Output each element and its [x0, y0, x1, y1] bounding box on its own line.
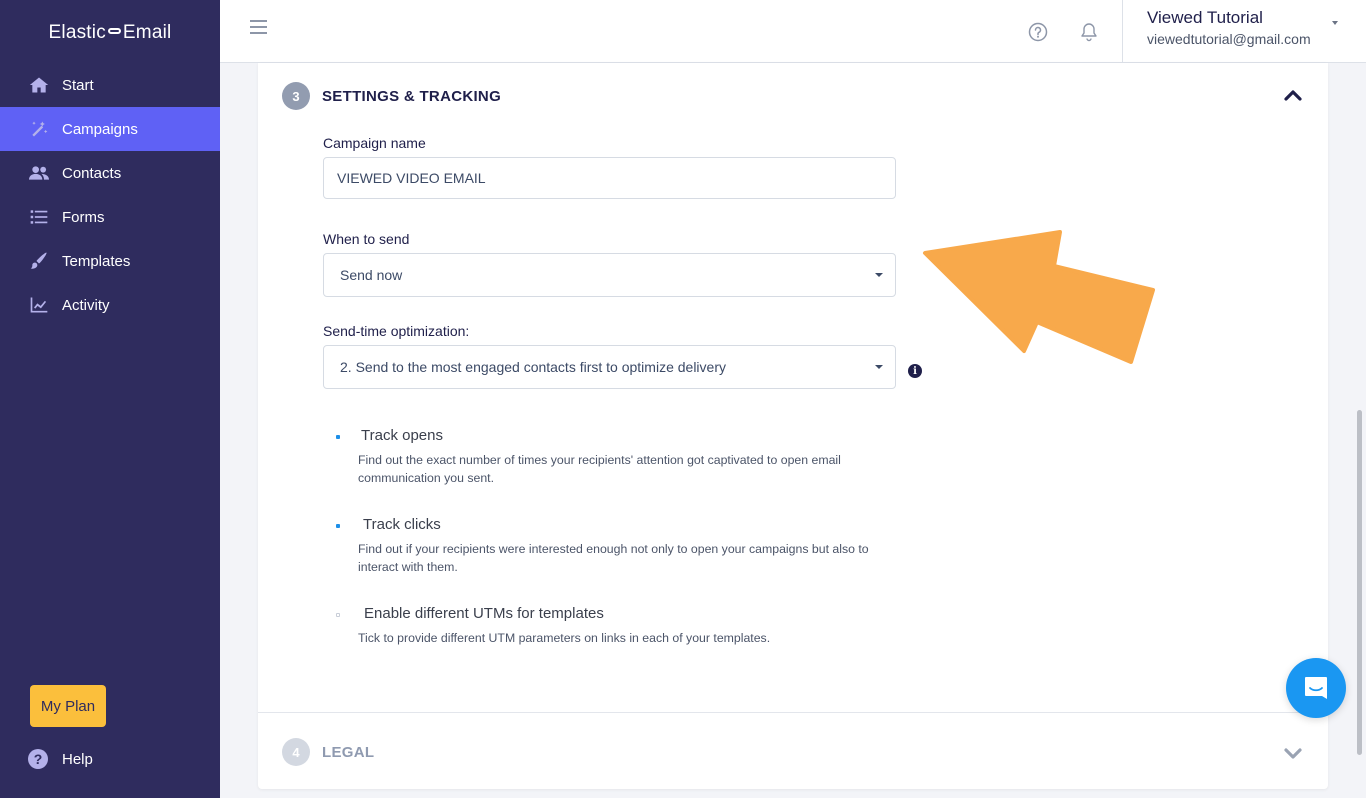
sidebar-help-link[interactable]: ? Help [28, 749, 93, 769]
sidebar-item-templates[interactable]: Templates [0, 239, 220, 283]
help-icon[interactable] [1027, 21, 1049, 43]
send-time-optimization-label: Send-time optimization: [323, 323, 470, 339]
when-to-send-select[interactable]: Send now [323, 253, 896, 297]
sidebar-item-label: Forms [62, 208, 105, 226]
sidebar-item-campaigns[interactable]: Campaigns [0, 107, 220, 151]
user-email: viewedtutorial@gmail.com [1147, 31, 1311, 47]
info-icon[interactable]: i [908, 364, 922, 378]
sidebar-item-forms[interactable]: Forms [0, 195, 220, 239]
caret-down-icon [875, 365, 883, 369]
option-description: Find out the exact number of times your … [358, 453, 841, 485]
campaign-settings-card: 3 SETTINGS & TRACKING Campaign name VIEW… [258, 63, 1328, 789]
option-description: Find out if your recipients were interes… [358, 542, 869, 574]
when-to-send-value: Send now [340, 267, 403, 283]
user-name: Viewed Tutorial [1147, 8, 1263, 27]
my-plan-button[interactable]: My Plan [30, 685, 106, 727]
option-title: Track opens [361, 427, 443, 444]
link-icon [107, 27, 121, 34]
sidebar-item-label: Templates [62, 252, 131, 270]
chat-icon [1305, 677, 1327, 699]
top-header: Viewed Tutorial viewedtutorial@gmail.com [220, 0, 1366, 63]
sidebar-item-contacts[interactable]: Contacts [0, 151, 220, 195]
option-title: Enable different UTMs for templates [364, 605, 604, 622]
vertical-scrollbar[interactable] [1352, 63, 1366, 798]
sidebar-item-label: Campaigns [62, 120, 138, 138]
logo-text-right: Email [122, 22, 172, 43]
home-icon [28, 74, 50, 96]
help-label: Help [62, 750, 93, 768]
caret-down-icon[interactable] [1332, 21, 1338, 25]
campaign-name-input[interactable]: VIEWED VIDEO EMAIL [323, 157, 896, 199]
caret-down-icon [875, 273, 883, 277]
sidebar-item-label: Activity [62, 296, 110, 314]
users-icon [28, 162, 50, 184]
settings-tracking-header[interactable]: 3 SETTINGS & TRACKING [282, 82, 501, 110]
section-divider [258, 712, 1328, 713]
sidebar-item-start[interactable]: Start [0, 63, 220, 107]
chat-support-button[interactable] [1286, 658, 1346, 718]
when-to-send-label: When to send [323, 231, 410, 247]
menu-toggle-icon[interactable] [250, 20, 267, 34]
magic-wand-icon [28, 118, 50, 140]
notifications-bell-icon[interactable] [1078, 21, 1100, 43]
option-description: Tick to provide different UTM parameters… [358, 631, 771, 645]
legal-section-header[interactable]: 4 LEGAL [282, 738, 374, 766]
step-number-badge: 4 [282, 738, 310, 766]
sidebar-nav: Start Campaigns Contacts Forms Templates [0, 63, 220, 327]
section-title: LEGAL [322, 743, 375, 761]
chevron-down-icon[interactable] [1284, 747, 1302, 759]
logo-text-left: Elastic [48, 22, 106, 43]
option-title: Track clicks [363, 516, 441, 533]
step-number-badge: 3 [282, 82, 310, 110]
header-divider [1122, 0, 1123, 63]
help-circle-icon: ? [28, 749, 48, 769]
track-opens-checkbox[interactable] [336, 435, 340, 439]
send-time-optimization-value: 2. Send to the most engaged contacts fir… [340, 359, 726, 375]
chart-line-icon [28, 294, 50, 316]
sidebar-item-label: Contacts [62, 164, 122, 182]
logo[interactable]: Elastic Email [0, 22, 220, 44]
track-clicks-checkbox[interactable] [336, 524, 340, 528]
sidebar: Elastic Email Start Campaigns Contacts Fo… [0, 0, 220, 798]
sidebar-item-activity[interactable]: Activity [0, 283, 220, 327]
chevron-up-icon[interactable] [1284, 89, 1302, 101]
brush-icon [28, 250, 50, 272]
sidebar-item-label: Start [62, 76, 94, 94]
enable-utms-checkbox[interactable] [336, 613, 340, 617]
list-icon [28, 206, 50, 228]
campaign-name-label: Campaign name [323, 135, 426, 151]
scrollbar-thumb[interactable] [1357, 410, 1362, 755]
send-time-optimization-select[interactable]: 2. Send to the most engaged contacts fir… [323, 345, 896, 389]
section-title: SETTINGS & TRACKING [322, 87, 502, 105]
